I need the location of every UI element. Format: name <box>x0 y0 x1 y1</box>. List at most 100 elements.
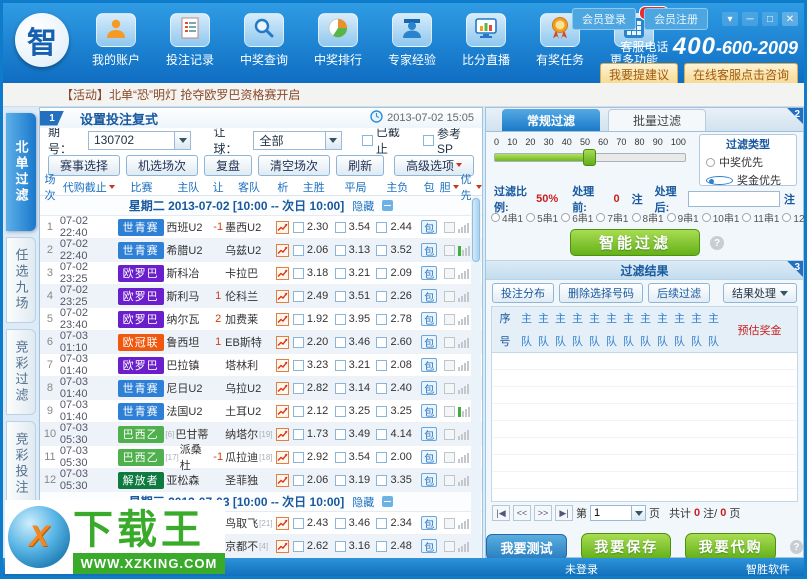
match-row[interactable]: 12 07-03 05:30 解放者 亚松森 圣菲独 2.06 3.19 3.3… <box>40 469 482 492</box>
lose-checkbox[interactable] <box>376 222 387 233</box>
slider-thumb[interactable] <box>583 149 596 166</box>
maximize-icon[interactable]: □ <box>762 12 778 26</box>
bao-button[interactable]: 包 <box>421 450 437 464</box>
page-select[interactable] <box>590 505 646 521</box>
bao-button[interactable]: 包 <box>421 266 437 280</box>
col-dan[interactable]: 胆 <box>440 179 458 195</box>
draw-checkbox[interactable] <box>335 314 346 325</box>
bao-button[interactable]: 包 <box>421 358 437 372</box>
win-checkbox[interactable] <box>293 245 304 256</box>
win-checkbox[interactable] <box>293 314 304 325</box>
win-checkbox[interactable] <box>293 518 304 529</box>
nav-live-score[interactable]: 比分直播 <box>455 13 517 68</box>
trend-analysis-icon[interactable] <box>273 336 293 349</box>
lose-checkbox[interactable] <box>376 518 387 529</box>
trend-analysis-icon[interactable] <box>273 405 293 418</box>
lose-checkbox[interactable] <box>376 291 387 302</box>
lose-checkbox[interactable] <box>376 245 387 256</box>
trend-analysis-icon[interactable] <box>273 540 293 553</box>
page-last-button[interactable]: ▶| <box>555 505 573 521</box>
help-icon[interactable] <box>710 236 724 250</box>
trend-analysis-icon[interactable] <box>273 313 293 326</box>
nav-expert-experience[interactable]: 专家经验 <box>381 13 443 68</box>
match-row[interactable]: 1 07-02 22:40 世青赛 西班U2 -1 墨西U2 2.30 3.54… <box>40 216 482 239</box>
match-row[interactable]: 9 07-03 01:40 世青赛 法国U2 土耳U2 2.12 3.25 3.… <box>40 400 482 423</box>
draw-checkbox[interactable] <box>335 518 346 529</box>
tab-batch-filter[interactable]: 批量过滤 <box>608 109 706 131</box>
lose-checkbox[interactable] <box>376 475 387 486</box>
chain-radio[interactable]: 12串1 <box>782 210 807 225</box>
close-icon[interactable]: ✕ <box>782 12 798 26</box>
filter-slider[interactable] <box>494 153 686 162</box>
bao-button[interactable]: 包 <box>421 381 437 395</box>
lose-checkbox[interactable] <box>376 541 387 552</box>
trend-analysis-icon[interactable] <box>273 359 293 372</box>
delete-selected-button[interactable]: 删除选择号码 <box>559 283 643 303</box>
win-checkbox[interactable] <box>293 383 304 394</box>
bao-button[interactable]: 包 <box>421 243 437 257</box>
bao-button[interactable]: 包 <box>421 539 437 553</box>
trend-analysis-icon[interactable] <box>273 221 293 234</box>
filter-type-radio[interactable]: 中奖优先 <box>706 154 790 170</box>
chain-radio[interactable]: 6串1 <box>561 210 593 225</box>
bao-button[interactable]: 包 <box>421 335 437 349</box>
side-tab-beidan-filter[interactable]: 北单过滤 <box>6 113 36 231</box>
bao-button[interactable]: 包 <box>421 427 437 441</box>
trend-analysis-icon[interactable] <box>273 451 293 464</box>
page-input[interactable] <box>591 506 631 520</box>
win-checkbox[interactable] <box>293 337 304 348</box>
chain-radio[interactable]: 10串1 <box>702 210 740 225</box>
after-count-input[interactable] <box>688 191 780 207</box>
member-register-button[interactable]: 会员注册 <box>644 8 708 30</box>
dan-checkbox[interactable] <box>444 383 455 394</box>
refresh-button[interactable]: 刷新 <box>336 155 384 176</box>
nav-bet-records[interactable]: 投注记录 <box>159 13 221 68</box>
random-pick-button[interactable]: 机选场次 <box>126 155 198 176</box>
draw-checkbox[interactable] <box>335 383 346 394</box>
dan-checkbox[interactable] <box>444 541 455 552</box>
chain-radio[interactable]: 9串1 <box>667 210 699 225</box>
match-row[interactable]: 6 07-03 01:10 欧冠联 鲁西坦 1 EB斯特 2.20 3.46 2… <box>40 331 482 354</box>
draw-checkbox[interactable] <box>335 406 346 417</box>
result-process-button[interactable]: 结果处理 <box>723 283 797 303</box>
bao-button[interactable]: 包 <box>421 516 437 530</box>
draw-checkbox[interactable] <box>335 475 346 486</box>
draw-checkbox[interactable] <box>335 245 346 256</box>
dan-checkbox[interactable] <box>444 452 455 463</box>
draw-checkbox[interactable] <box>335 337 346 348</box>
dropdown-arrow-icon[interactable] <box>631 506 645 520</box>
dan-checkbox[interactable] <box>444 429 455 440</box>
filter-type-radio[interactable]: 奖金优先 <box>706 172 790 188</box>
win-checkbox[interactable] <box>293 541 304 552</box>
dan-checkbox[interactable] <box>444 337 455 348</box>
match-row[interactable]: 3 07-02 23:25 欧罗巴 斯科冶 卡拉巴 3.18 3.21 2.09… <box>40 262 482 285</box>
page-next-button[interactable]: >> <box>534 505 552 521</box>
skin-menu-icon[interactable]: ▾ <box>722 12 738 26</box>
dropdown-arrow-icon[interactable] <box>325 132 341 149</box>
hide-link[interactable]: 隐藏 <box>352 198 374 214</box>
minimize-icon[interactable]: ─ <box>742 12 758 26</box>
col-deadline[interactable]: 代购截止 <box>60 179 118 195</box>
closed-checkbox[interactable]: 已截止 <box>362 123 409 157</box>
handicap-select[interactable]: 全部 <box>253 131 341 150</box>
dan-checkbox[interactable] <box>444 314 455 325</box>
smart-filter-button[interactable]: 智能过滤 <box>570 229 700 256</box>
bao-button[interactable]: 包 <box>421 289 437 303</box>
win-checkbox[interactable] <box>293 360 304 371</box>
match-row[interactable]: 8 07-03 01:40 世青赛 尼日U2 乌拉U2 2.82 3.14 2.… <box>40 377 482 400</box>
trend-analysis-icon[interactable] <box>273 290 293 303</box>
trend-analysis-icon[interactable] <box>273 267 293 280</box>
tab-normal-filter[interactable]: 常规过滤 <box>502 109 600 131</box>
dan-checkbox[interactable] <box>444 268 455 279</box>
win-checkbox[interactable] <box>293 452 304 463</box>
chain-radio[interactable]: 5串1 <box>526 210 558 225</box>
dropdown-arrow-icon[interactable] <box>174 132 190 149</box>
dan-checkbox[interactable] <box>444 245 455 256</box>
trend-analysis-icon[interactable] <box>273 382 293 395</box>
activity-banner[interactable]: 【活动】北单“恐”明灯 抢夺欧罗巴资格赛开启 <box>3 83 804 107</box>
win-checkbox[interactable] <box>293 268 304 279</box>
collapse-minus-icon[interactable] <box>382 200 393 211</box>
lose-checkbox[interactable] <box>376 360 387 371</box>
match-row[interactable]: 5 07-02 23:40 欧罗巴 纳尔瓦 2 加费莱 1.92 3.95 2.… <box>40 308 482 331</box>
replay-button[interactable]: 复盘 <box>204 155 252 176</box>
